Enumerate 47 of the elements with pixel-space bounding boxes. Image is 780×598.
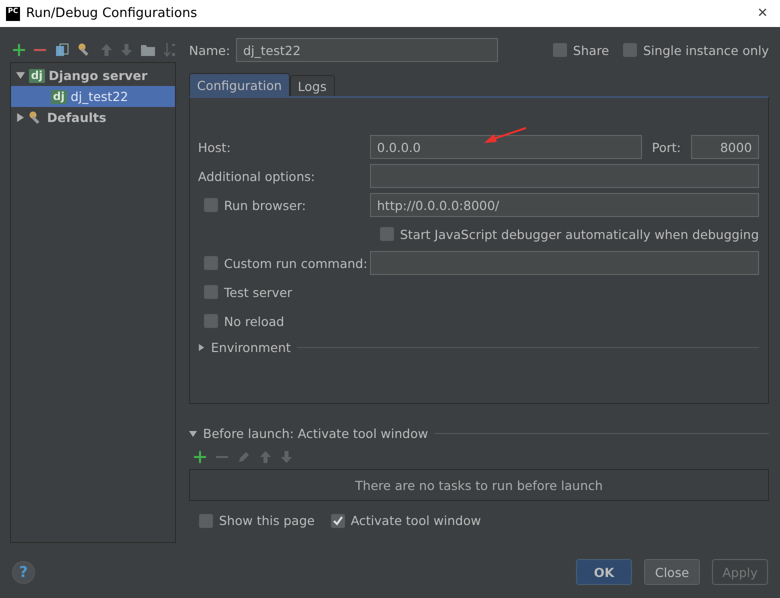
- move-down-icon[interactable]: [121, 44, 132, 56]
- checkbox[interactable]: Activate tool window: [330, 513, 481, 528]
- port-field[interactable]: 8000: [690, 135, 759, 159]
- checkbox[interactable]: Start JavaScript debugger automatically when debugging: [380, 226, 759, 242]
- tree-item[interactable]: dj dj_test22: [11, 86, 175, 107]
- tab[interactable]: Configuration: [189, 73, 290, 96]
- name-field[interactable]: dj_test22: [236, 38, 498, 62]
- move-up-icon[interactable]: [260, 451, 271, 463]
- checkbox[interactable]: Show this page: [199, 513, 315, 528]
- add-icon[interactable]: [13, 44, 25, 56]
- empty-tasks-text: There are no tasks to run before launch: [355, 478, 603, 492]
- dialog-button[interactable]: OK: [576, 559, 632, 585]
- collapse-icon[interactable]: [16, 71, 24, 80]
- expand-icon[interactable]: [198, 344, 205, 351]
- checkbox[interactable]: Custom run command:: [204, 256, 368, 270]
- tree-item[interactable]: dj Django server: [11, 65, 175, 86]
- additional-options-field[interactable]: [370, 164, 759, 188]
- name-label: Name:: [189, 42, 230, 58]
- checkbox[interactable]: Run browser:: [204, 198, 306, 212]
- folder-icon[interactable]: [141, 44, 155, 56]
- close-button[interactable]: ✕: [751, 6, 774, 21]
- port-label: Port:: [652, 140, 681, 154]
- checkbox[interactable]: Single instance only: [623, 42, 769, 58]
- checkmark-icon: [332, 514, 344, 526]
- custom-run-command-field[interactable]: [370, 251, 759, 275]
- environment-label[interactable]: Environment: [211, 340, 291, 355]
- add-icon[interactable]: [194, 451, 206, 463]
- window-title: Run/Debug Configurations: [26, 6, 198, 21]
- copy-icon[interactable]: [55, 42, 69, 56]
- host-field[interactable]: 0.0.0.0: [370, 135, 642, 159]
- host-label: Host:: [198, 140, 231, 154]
- checkbox[interactable]: No reload: [204, 314, 284, 328]
- tree-item[interactable]: Defaults: [11, 107, 175, 128]
- additional-options-label: Additional options:: [198, 168, 315, 184]
- checkbox[interactable]: Test server: [204, 284, 292, 300]
- tab[interactable]: Logs: [290, 75, 335, 96]
- dialog-button[interactable]: Close: [644, 559, 700, 585]
- move-down-icon[interactable]: [281, 451, 292, 463]
- checkbox[interactable]: Share: [553, 42, 610, 58]
- arrow-icon: [482, 126, 528, 146]
- collapse-icon[interactable]: [189, 430, 197, 438]
- expand-icon[interactable]: [16, 113, 24, 122]
- pencil-icon[interactable]: [238, 451, 250, 463]
- move-up-icon[interactable]: [101, 44, 112, 56]
- browser-url-field[interactable]: http://0.0.0.0:8000/: [370, 193, 759, 217]
- before-launch-label[interactable]: Before launch: Activate tool window: [203, 426, 428, 441]
- sort-icon[interactable]: [164, 42, 176, 56]
